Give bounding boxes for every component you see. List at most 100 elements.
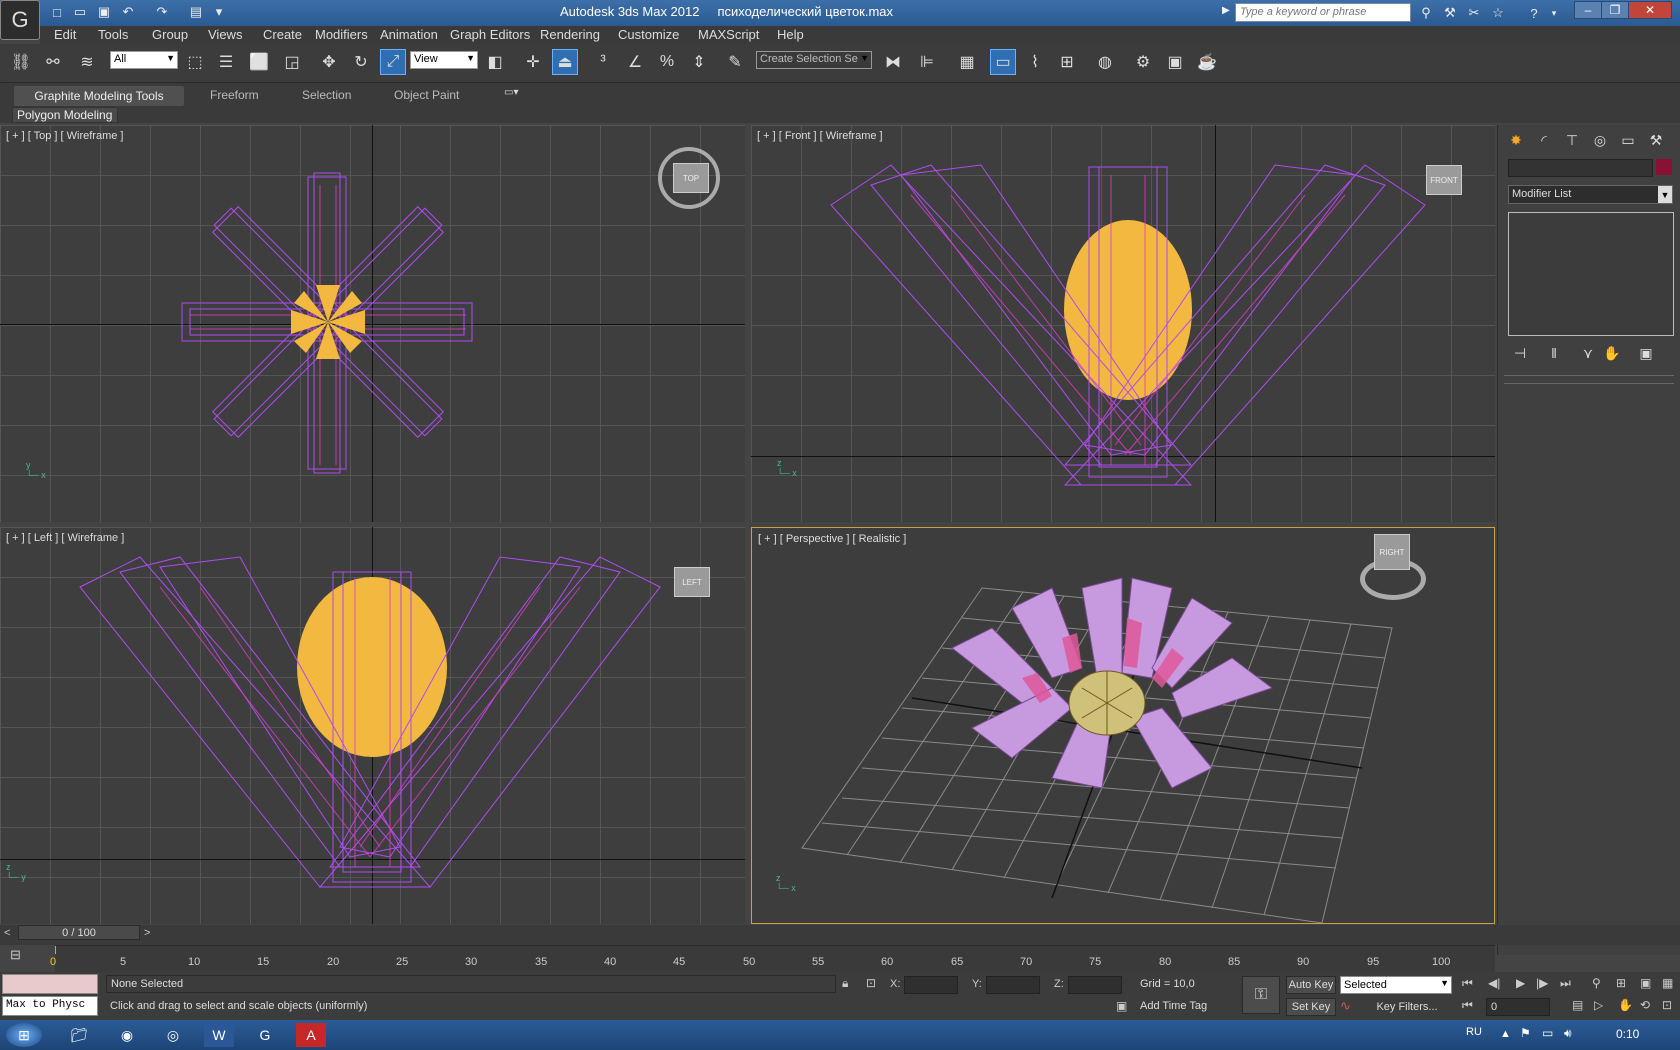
chrome-icon[interactable]: ◎ bbox=[158, 1023, 188, 1047]
menu-animation[interactable]: Animation bbox=[380, 27, 438, 43]
create-tab-icon[interactable]: ✸ bbox=[1504, 129, 1528, 151]
show-hidden-icons-icon[interactable]: ▲ bbox=[1500, 1028, 1511, 1040]
project-folder-icon[interactable]: ▤ bbox=[186, 2, 206, 22]
zoom-extents-icon[interactable]: ▣ bbox=[1640, 976, 1651, 990]
keyboard-shortcut-override-icon[interactable]: ⏏ bbox=[552, 49, 578, 75]
selection-filter-dropdown[interactable]: All bbox=[110, 51, 178, 69]
link-icon[interactable]: ⛓ bbox=[8, 49, 34, 75]
application-menu-button[interactable]: G bbox=[0, 0, 40, 40]
acrobat-icon[interactable]: A bbox=[296, 1023, 326, 1047]
rectangular-selection-icon[interactable]: ⬜ bbox=[246, 49, 272, 75]
tab-object-paint[interactable]: Object Paint bbox=[394, 88, 459, 106]
mini-curve-editor-icon[interactable]: ⊟ bbox=[10, 947, 34, 967]
viewcube[interactable]: TOP bbox=[673, 163, 709, 193]
remove-modifier-icon[interactable]: ✋ bbox=[1600, 342, 1624, 364]
schematic-view-icon[interactable]: ⊞ bbox=[1054, 49, 1080, 75]
mirror-icon[interactable]: ⧓ bbox=[880, 49, 906, 75]
menu-modifiers[interactable]: Modifiers bbox=[315, 27, 368, 43]
minimize-button[interactable]: – bbox=[1574, 1, 1602, 19]
quick-access-dropdown-icon[interactable]: ▾ bbox=[209, 2, 229, 22]
make-unique-icon[interactable]: ⋎ bbox=[1576, 342, 1600, 364]
render-production-icon[interactable]: ☕ bbox=[1194, 49, 1220, 75]
viewport-left[interactable]: [ + ] [ Left ] [ Wireframe ] LEFT z └─ y bbox=[0, 527, 745, 924]
menu-help[interactable]: Help bbox=[777, 27, 804, 43]
viewcube[interactable]: RIGHT bbox=[1374, 534, 1410, 570]
viewport-front-label[interactable]: [ + ] [ Front ] [ Wireframe ] bbox=[757, 130, 883, 142]
viewcube[interactable]: LEFT bbox=[674, 567, 710, 597]
search-input[interactable]: Type a keyword or phrase bbox=[1235, 3, 1411, 22]
modify-tab-icon[interactable]: ◜ bbox=[1532, 129, 1556, 151]
utilities-tab-icon[interactable]: ⚒ bbox=[1644, 129, 1668, 151]
help-icon[interactable]: ? bbox=[1524, 3, 1544, 23]
z-coordinate-field[interactable] bbox=[1068, 976, 1122, 994]
key-mode-dropdown[interactable]: Selected ▼ bbox=[1340, 976, 1452, 994]
field-of-view-icon[interactable]: ▷ bbox=[1594, 998, 1603, 1012]
key-curve-icon[interactable]: ∿ bbox=[1340, 998, 1360, 1016]
network-icon[interactable]: ▭ bbox=[1542, 1026, 1553, 1040]
move-icon[interactable]: ✥ bbox=[316, 49, 342, 75]
track-bar[interactable]: 0 5 10 15 20 25 30 35 40 45 50 55 60 65 … bbox=[50, 945, 1495, 972]
menu-edit[interactable]: Edit bbox=[54, 27, 76, 43]
infocenter-expand-icon[interactable]: ▶ bbox=[1222, 5, 1230, 16]
curve-editor-icon[interactable]: ⌇ bbox=[1022, 49, 1048, 75]
rotate-icon[interactable]: ↻ bbox=[348, 49, 374, 75]
current-frame-field[interactable]: 0 bbox=[1486, 998, 1550, 1016]
rendered-frame-window-icon[interactable]: ▣ bbox=[1162, 49, 1188, 75]
polygon-modeling-button[interactable]: Polygon Modeling bbox=[12, 107, 118, 123]
ribbon-options-icon[interactable]: ▭▾ bbox=[504, 87, 528, 101]
angle-snap-icon[interactable]: ∠ bbox=[622, 49, 648, 75]
play-icon[interactable]: ▶ bbox=[1516, 976, 1525, 990]
zoom-extents-all-icon[interactable]: ▦ bbox=[1662, 976, 1673, 990]
graphite-ribbon-toggle-icon[interactable]: ▭ bbox=[990, 49, 1016, 75]
layer-manager-icon[interactable]: ▦ bbox=[954, 49, 980, 75]
orbit-icon[interactable]: ⟲ bbox=[1640, 998, 1650, 1012]
unlink-icon[interactable]: ⚯ bbox=[40, 49, 66, 75]
tools-icon[interactable]: ✂ bbox=[1464, 3, 1484, 23]
previous-key-icon[interactable]: ◀| bbox=[1488, 976, 1500, 990]
key-mode-toggle-icon[interactable]: ⏮ bbox=[1462, 998, 1473, 1013]
configure-modifier-sets-icon[interactable]: ▣ bbox=[1634, 342, 1658, 364]
restore-button[interactable]: ❐ bbox=[1601, 1, 1629, 19]
redo-icon[interactable]: ↷ bbox=[152, 2, 172, 22]
object-color-swatch[interactable] bbox=[1656, 159, 1672, 175]
time-tag-icon[interactable]: ▣ bbox=[1116, 999, 1127, 1013]
percent-snap-icon[interactable]: % bbox=[654, 49, 680, 75]
edit-named-selection-icon[interactable]: ✎ bbox=[722, 49, 748, 75]
binoculars-icon[interactable]: ⚲ bbox=[1416, 3, 1436, 23]
menu-maxscript[interactable]: MAXScript bbox=[698, 27, 759, 43]
menu-tools[interactable]: Tools bbox=[98, 27, 128, 43]
align-icon[interactable]: ⊫ bbox=[914, 49, 940, 75]
set-keys-icon[interactable]: ⚿ bbox=[1242, 976, 1280, 1014]
render-setup-icon[interactable]: ⚙ bbox=[1130, 49, 1156, 75]
tab-freeform[interactable]: Freeform bbox=[210, 88, 259, 106]
show-end-result-icon[interactable]: ‖ bbox=[1542, 342, 1566, 364]
modifier-stack[interactable] bbox=[1508, 212, 1674, 336]
close-button[interactable]: ✕ bbox=[1628, 1, 1672, 19]
menu-rendering[interactable]: Rendering bbox=[540, 27, 600, 43]
window-crossing-icon[interactable]: ◲ bbox=[279, 49, 305, 75]
viewport-top[interactable]: [ + ] [ Top ] [ Wireframe ] TOP y └─ x bbox=[0, 125, 745, 522]
lock-icon[interactable]: 🔒︎ bbox=[842, 976, 848, 991]
explorer-icon[interactable]: 📁︎ bbox=[64, 1023, 94, 1047]
display-tab-icon[interactable]: ▭ bbox=[1616, 129, 1640, 151]
scale-icon[interactable]: ⤢ bbox=[380, 49, 406, 75]
reference-coordinate-dropdown[interactable]: View bbox=[410, 51, 478, 69]
named-selection-set-dropdown[interactable]: Create Selection Se bbox=[756, 51, 872, 69]
next-frame-icon[interactable]: > bbox=[144, 927, 150, 939]
new-file-icon[interactable]: □ bbox=[47, 2, 67, 22]
media-player-icon[interactable]: ◉ bbox=[112, 1023, 142, 1047]
previous-frame-icon[interactable]: < bbox=[4, 927, 10, 939]
help-dropdown-icon[interactable]: ▾ bbox=[1544, 3, 1564, 23]
motion-tab-icon[interactable]: ◎ bbox=[1588, 129, 1612, 151]
object-name-field[interactable] bbox=[1508, 159, 1653, 177]
viewcube[interactable]: FRONT bbox=[1426, 165, 1462, 195]
menu-customize[interactable]: Customize bbox=[618, 27, 679, 43]
menu-create[interactable]: Create bbox=[263, 27, 302, 43]
language-indicator[interactable]: RU bbox=[1466, 1026, 1482, 1038]
tab-selection[interactable]: Selection bbox=[302, 88, 351, 106]
spinner-snap-icon[interactable]: ⇕ bbox=[686, 49, 712, 75]
word-icon[interactable]: W bbox=[204, 1023, 234, 1047]
hierarchy-tab-icon[interactable]: ⊤ bbox=[1560, 129, 1584, 151]
maxscript-listener-output[interactable] bbox=[2, 974, 98, 994]
zoom-icon[interactable]: ⚲ bbox=[1592, 976, 1601, 990]
